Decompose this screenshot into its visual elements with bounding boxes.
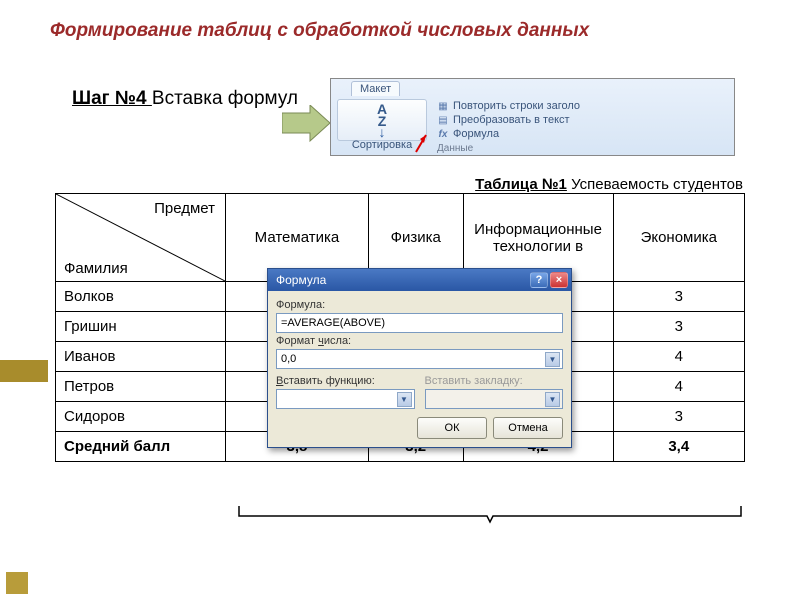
row-name: Волков <box>56 282 226 312</box>
number-format-label: Формат числа: <box>276 335 563 347</box>
table-caption: Таблица №1 Успеваемость студентов <box>55 176 745 193</box>
ribbon-tab-layout[interactable]: Макет <box>351 81 400 96</box>
arrow-to-ribbon-icon <box>282 105 332 145</box>
corner-bottom-label: Фамилия <box>64 260 128 277</box>
cancel-button[interactable]: Отмена <box>493 417 563 439</box>
ribbon-item-to-text[interactable]: ▤ Преобразовать в текст <box>437 113 580 127</box>
to-text-icon: ▤ <box>437 114 449 126</box>
cell: 3 <box>613 402 744 432</box>
ok-button[interactable]: ОК <box>417 417 487 439</box>
step-prefix: Шаг №4 <box>72 88 152 109</box>
slide-corner-decor <box>6 572 28 594</box>
cell: 4 <box>613 372 744 402</box>
dialog-help-button[interactable]: ? <box>530 272 548 288</box>
ribbon-item-label: Повторить строки заголо <box>453 100 580 112</box>
insert-bookmark-label: Вставить закладку: <box>425 375 564 387</box>
dialog-close-button[interactable]: × <box>550 272 568 288</box>
formula-dialog: Формула ? × Формула: Формат числа: 0,0▼ … <box>267 268 572 448</box>
avg-label: Средний балл <box>56 432 226 462</box>
ribbon-fragment: Макет AZ ↓ Сортировка ▦Повторить строки … <box>330 78 735 156</box>
ribbon-item-label: Преобразовать в текст <box>453 114 570 126</box>
ribbon-item-formula[interactable]: fx Формула <box>437 127 580 141</box>
slide-title: Формирование таблиц с обработкой числовы… <box>0 0 800 42</box>
insert-bookmark-select: ▼ <box>425 389 564 409</box>
sort-az-icon: AZ <box>338 100 426 127</box>
row-name: Сидоров <box>56 402 226 432</box>
ribbon-group-label: Данные <box>437 143 473 154</box>
insert-function-label: Вставить функцию: <box>276 375 415 387</box>
table-caption-text: Успеваемость студентов <box>567 176 743 193</box>
repeat-rows-icon: ▦ <box>437 100 449 112</box>
decorative-bar <box>0 360 48 382</box>
avg-cell: 3,4 <box>613 432 744 462</box>
cell: 3 <box>613 282 744 312</box>
chevron-down-icon: ▼ <box>545 352 560 367</box>
number-format-value: 0,0 <box>281 353 296 365</box>
formula-field-label: Формула: <box>276 299 563 311</box>
ribbon-item-repeat-rows[interactable]: ▦ Повторить строки заголо <box>437 99 580 113</box>
dialog-title: Формула <box>276 273 326 287</box>
col-header: Экономика <box>613 194 744 282</box>
dialog-titlebar[interactable]: Формула ? × <box>268 269 571 291</box>
table-corner-cell: Предмет Фамилия <box>56 194 226 282</box>
ribbon-menu: ▦ Повторить строки заголо ▤ Преобразовать … <box>437 99 580 141</box>
cell: 4 <box>613 342 744 372</box>
formula-icon: fx <box>437 128 449 140</box>
red-arrow-icon <box>412 132 430 154</box>
row-name: Гришин <box>56 312 226 342</box>
ribbon-item-label: Формула <box>453 128 499 140</box>
number-format-select[interactable]: 0,0 ▼ <box>276 349 563 369</box>
cell: 3 <box>613 312 744 342</box>
insert-function-select[interactable]: ▼ <box>276 389 415 409</box>
chevron-down-icon: ▼ <box>397 392 412 407</box>
chevron-down-icon: ▼ <box>545 392 560 407</box>
corner-top-label: Предмет <box>154 200 215 217</box>
row-name: Петров <box>56 372 226 402</box>
row-name: Иванов <box>56 342 226 372</box>
step-text: Вставка формул <box>152 88 298 109</box>
table-caption-num: Таблица №1 <box>475 176 567 193</box>
step-label: Шаг №4 Вставка формул <box>72 88 298 110</box>
formula-input[interactable] <box>276 313 563 333</box>
bottom-bracket-icon <box>237 504 743 524</box>
